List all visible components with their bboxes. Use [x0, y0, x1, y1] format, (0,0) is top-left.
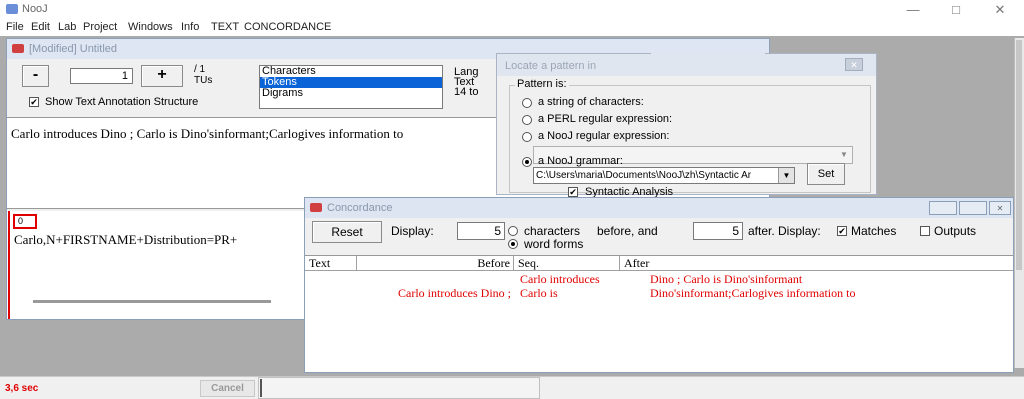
menu-file[interactable]: File — [6, 21, 24, 33]
show-annotation-label: Show Text Annotation Structure — [45, 96, 199, 108]
elapsed-time: 3,6 sec — [5, 383, 39, 394]
reset-button[interactable]: Reset — [312, 221, 382, 243]
option-grammar-label: a NooJ grammar: — [538, 155, 623, 167]
concordance-header: Text Before Seq. After — [305, 256, 1013, 271]
matches-checkbox[interactable]: ✔ — [837, 226, 847, 236]
app-title: NooJ — [22, 3, 48, 15]
syntactic-analysis-checkbox[interactable]: ✔ — [568, 187, 578, 197]
row-after: Dino'sinformant;Carlogives information t… — [650, 286, 856, 300]
table-row[interactable]: Carlo introduces Dino ; Carlo is Dino'si… — [305, 272, 1013, 286]
workspace-scrollbar-thumb[interactable] — [1016, 40, 1022, 270]
col-before[interactable]: Before — [357, 256, 514, 270]
previous-unit-button[interactable]: - — [22, 65, 49, 87]
maximize-icon[interactable]: □ — [940, 2, 972, 18]
row-seq: Carlo introduces — [520, 272, 600, 286]
option-perl-label: a PERL regular expression: — [538, 113, 673, 125]
menu-project[interactable]: Project — [83, 21, 117, 33]
concordance-window-title: Concordance — [327, 202, 393, 214]
annotation-cursor-line — [8, 211, 10, 319]
radio-nooj-regex[interactable] — [522, 132, 532, 142]
text-statistics: Lang Text 14 to — [454, 67, 496, 101]
text-content: Carlo introduces Dino ; Carlo is Dino'si… — [11, 126, 404, 141]
annotation-marker: 0 — [13, 214, 37, 229]
word-forms-label: word forms — [524, 237, 584, 251]
row-seq: Carlo is — [520, 286, 558, 300]
row-before: Carlo introduces Dino ; — [398, 286, 511, 300]
grammar-path-field[interactable]: C:\Users\maria\Documents\NooJ\zh\Syntact… — [533, 167, 795, 184]
option-string-label: a string of characters: — [538, 96, 644, 108]
next-unit-button[interactable]: + — [141, 65, 183, 87]
after-display-label: after. Display: — [748, 224, 821, 238]
grammar-dropdown-icon[interactable]: ▼ — [778, 168, 794, 183]
view-list[interactable]: Characters Tokens Digrams — [259, 65, 443, 109]
outputs-label: Outputs — [934, 224, 977, 238]
col-text[interactable]: Text — [305, 256, 357, 270]
outputs-checkbox[interactable] — [920, 226, 930, 236]
text-window-controls — [651, 44, 765, 54]
locate-close-icon[interactable]: ✕ — [845, 58, 863, 71]
cancel-button[interactable]: Cancel — [200, 380, 255, 397]
concordance-title-bar: Concordance ✕ — [305, 198, 1013, 218]
col-after[interactable]: After — [620, 256, 1013, 270]
col-seq[interactable]: Seq. — [514, 256, 620, 270]
text-window-title: [Modified] Untitled — [29, 43, 118, 55]
text-window-icon — [12, 44, 24, 53]
stats-tokens: 14 to — [454, 86, 479, 98]
table-row[interactable]: Carlo introduces Dino ; Carlo is Dino'si… — [305, 286, 1013, 300]
grammar-path-text: C:\Users\maria\Documents\NooJ\zh\Syntact… — [536, 170, 752, 181]
menu-bar: File Edit Lab Project Windows Info TEXT … — [0, 20, 1024, 36]
menu-lab[interactable]: Lab — [58, 21, 76, 33]
set-button[interactable]: Set — [807, 163, 845, 185]
concordance-window-icon — [310, 203, 322, 212]
locate-pattern-window: Locate a pattern in ✕ Pattern is: a stri… — [496, 53, 877, 198]
menu-edit[interactable]: Edit — [31, 21, 50, 33]
concordance-close-icon[interactable]: ✕ — [989, 201, 1011, 215]
unit-total: / 1 — [194, 64, 206, 75]
nooj-app-icon — [6, 4, 18, 14]
concordance-window: Concordance ✕ Reset Display: 5 character… — [304, 197, 1014, 373]
app-title-bar: NooJ — □ ✕ — [0, 0, 1024, 20]
minimize-icon[interactable]: — — [897, 2, 929, 18]
progress-bar — [258, 377, 540, 399]
unit-number-field[interactable]: 1 — [70, 68, 133, 84]
pattern-group-label: Pattern is: — [515, 78, 569, 90]
radio-characters[interactable] — [508, 226, 518, 236]
characters-label: characters — [524, 224, 581, 238]
status-bar: 3,6 sec Cancel — [0, 376, 1024, 399]
annotation-text: Carlo,N+FIRSTNAME+Distribution=PR+ — [14, 232, 238, 247]
matches-label: Matches — [851, 224, 897, 238]
locate-window-title-bar: Locate a pattern in ✕ — [497, 54, 876, 76]
radio-word-forms[interactable] — [508, 239, 518, 249]
concordance-maximize-icon[interactable] — [959, 201, 987, 215]
before-and-label: before, and — [597, 224, 658, 238]
concordance-minimize-icon[interactable] — [929, 201, 957, 215]
close-icon[interactable]: ✕ — [984, 2, 1016, 18]
menu-concordance[interactable]: CONCORDANCE — [244, 21, 331, 33]
concordance-table: Text Before Seq. After Carlo introduces … — [305, 255, 1013, 372]
menu-info[interactable]: Info — [181, 21, 199, 33]
before-count-field[interactable]: 5 — [457, 222, 505, 240]
annotation-hscroll-thumb[interactable] — [33, 300, 271, 303]
list-item-digrams[interactable]: Digrams — [260, 88, 442, 99]
menu-text[interactable]: TEXT — [211, 21, 239, 33]
option-nooj-regex-label: a NooJ regular expression: — [538, 130, 670, 142]
unit-label: TUs — [194, 75, 213, 86]
after-count-field[interactable]: 5 — [693, 222, 743, 240]
show-annotation-checkbox[interactable]: ✔ — [29, 97, 39, 107]
radio-string[interactable] — [522, 98, 532, 108]
radio-perl[interactable] — [522, 115, 532, 125]
display-label: Display: — [391, 224, 434, 238]
locate-window-title: Locate a pattern in — [505, 60, 597, 72]
row-after: Dino ; Carlo is Dino'sinformant — [650, 272, 803, 286]
regex-dropdown-icon[interactable]: ▼ — [837, 148, 851, 162]
menu-windows[interactable]: Windows — [128, 21, 173, 33]
progress-caret — [260, 379, 262, 397]
radio-nooj-grammar[interactable] — [522, 157, 532, 167]
